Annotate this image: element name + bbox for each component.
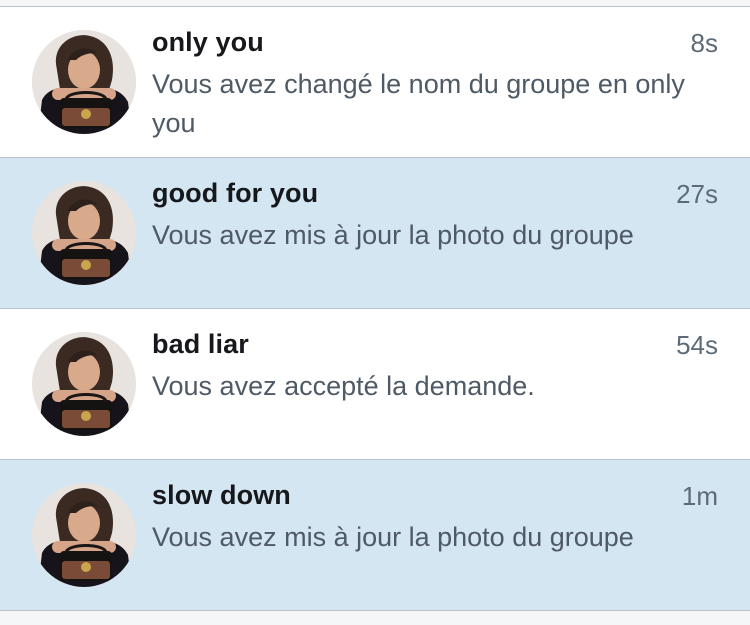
- avatar-photo: [32, 30, 136, 134]
- list-footer-gap: [0, 614, 750, 625]
- avatar-photo: [32, 483, 136, 587]
- conversation-title: only you: [152, 27, 264, 57]
- timestamp: 27s: [676, 179, 718, 209]
- timestamp: 8s: [690, 28, 718, 58]
- last-message: Vous avez mis à jour la photo du groupe: [152, 220, 634, 250]
- conversation-list: only you 8s Vous avez changé le nom du g…: [0, 6, 750, 611]
- conversation-title: slow down: [152, 480, 291, 510]
- conversation-row[interactable]: bad liar 54s Vous avez accepté la demand…: [0, 309, 750, 460]
- conversation-row[interactable]: good for you 27s Vous avez mis à jour la…: [0, 158, 750, 309]
- avatar[interactable]: [32, 332, 136, 436]
- avatar-photo: [32, 181, 136, 285]
- avatar-photo: [32, 332, 136, 436]
- conversation-title: good for you: [152, 178, 319, 208]
- conversation-row[interactable]: only you 8s Vous avez changé le nom du g…: [0, 7, 750, 158]
- last-message: Vous avez mis à jour la photo du groupe: [152, 522, 634, 552]
- timestamp: 1m: [681, 481, 718, 511]
- avatar[interactable]: [32, 181, 136, 285]
- timestamp: 54s: [676, 330, 718, 360]
- avatar[interactable]: [32, 30, 136, 134]
- conversation-title: bad liar: [152, 329, 249, 359]
- avatar[interactable]: [32, 483, 136, 587]
- conversation-row[interactable]: slow down 1m Vous avez mis à jour la pho…: [0, 460, 750, 611]
- last-message: Vous avez accepté la demande.: [152, 371, 535, 401]
- last-message: Vous avez changé le nom du groupe en onl…: [152, 69, 685, 138]
